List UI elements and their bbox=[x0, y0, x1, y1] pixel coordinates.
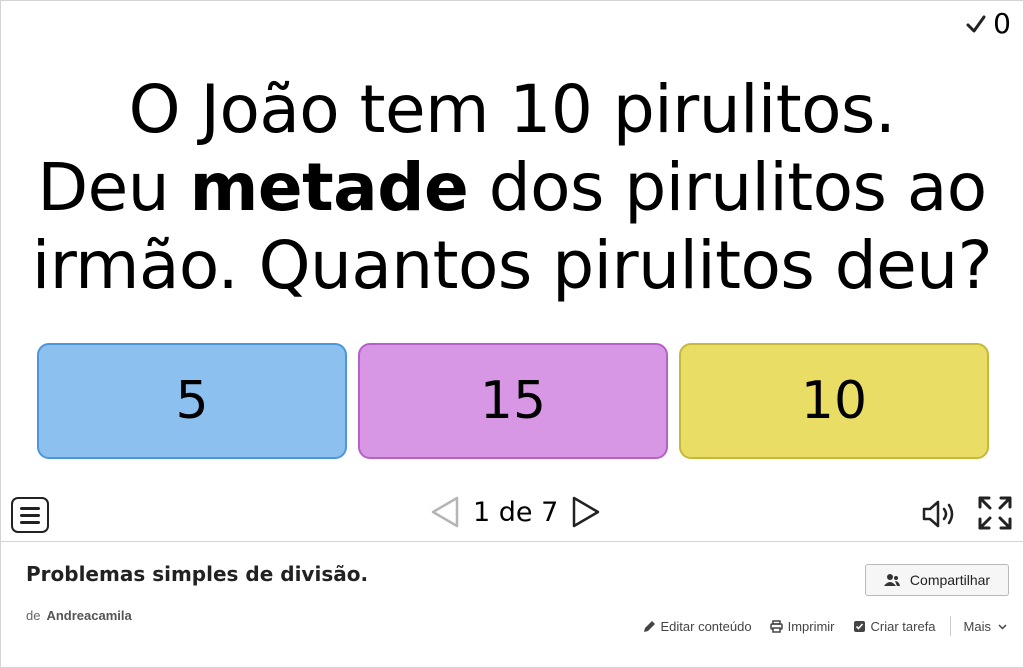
answer-options: 5 15 10 bbox=[37, 343, 989, 459]
pager: 1 de 7 bbox=[429, 495, 602, 529]
menu-icon-bar bbox=[20, 520, 40, 524]
more-label: Mais bbox=[963, 618, 991, 634]
share-button-label: Compartilhar bbox=[909, 572, 991, 588]
score-value: 0 bbox=[993, 7, 1011, 40]
question-line-1: O João tem 10 pirulitos. bbox=[128, 71, 896, 148]
menu-button[interactable] bbox=[11, 497, 49, 533]
activity-info: Problemas simples de divisão. de Andreaca… bbox=[1, 542, 1023, 666]
menu-icon-bar bbox=[20, 506, 40, 510]
question-line-2: Deu metade dos pirulitos ao bbox=[1, 149, 1023, 227]
page-indicator: 1 de 7 bbox=[473, 496, 559, 528]
previous-arrow-icon[interactable] bbox=[429, 495, 461, 529]
action-links: Editar conteúdo Imprimir Criar tarefa Ma… bbox=[625, 616, 1010, 636]
menu-icon-bar bbox=[20, 513, 40, 517]
score-counter: 0 bbox=[965, 7, 1011, 40]
author-line: de Andreacamila bbox=[26, 608, 132, 623]
question-line-2-start: Deu bbox=[37, 149, 190, 226]
answer-option-2[interactable]: 15 bbox=[358, 343, 668, 459]
game-controls: 1 de 7 bbox=[1, 493, 1023, 537]
checkbox-icon bbox=[853, 620, 865, 632]
share-button[interactable]: Compartilhar bbox=[865, 564, 1009, 596]
next-arrow-icon[interactable] bbox=[570, 495, 602, 529]
author-prefix: de bbox=[26, 608, 41, 623]
answer-option-1[interactable]: 5 bbox=[37, 343, 347, 459]
print-link[interactable]: Imprimir bbox=[769, 618, 835, 634]
question-text: O João tem 10 pirulitos. Deu metade dos … bbox=[1, 71, 1023, 305]
game-area: 0 O João tem 10 pirulitos. Deu metade do… bbox=[1, 1, 1023, 541]
print-label: Imprimir bbox=[787, 618, 835, 634]
fullscreen-icon[interactable] bbox=[977, 495, 1013, 531]
more-dropdown[interactable]: Mais bbox=[964, 619, 1009, 634]
edit-content-link[interactable]: Editar conteúdo bbox=[643, 619, 752, 634]
author-name[interactable]: Andreacamila bbox=[46, 608, 131, 623]
question-emphasis: metade bbox=[189, 149, 469, 226]
activity-title: Problemas simples de divisão. bbox=[26, 562, 369, 586]
question-line-2-end: dos pirulitos ao bbox=[468, 149, 987, 226]
share-users-icon bbox=[883, 574, 900, 586]
create-assignment-link[interactable]: Criar tarefa bbox=[853, 619, 936, 634]
speaker-icon[interactable] bbox=[921, 499, 957, 529]
create-assignment-label: Criar tarefa bbox=[870, 618, 936, 634]
question-line-3: irmão. Quantos pirulitos deu? bbox=[31, 227, 993, 304]
printer-icon bbox=[769, 619, 783, 633]
actions-separator bbox=[949, 616, 951, 636]
edit-content-label: Editar conteúdo bbox=[660, 618, 752, 634]
checkmark-icon bbox=[966, 15, 986, 32]
answer-option-3[interactable]: 10 bbox=[679, 343, 989, 459]
chevron-down-icon bbox=[998, 623, 1007, 630]
pencil-icon bbox=[643, 620, 655, 632]
